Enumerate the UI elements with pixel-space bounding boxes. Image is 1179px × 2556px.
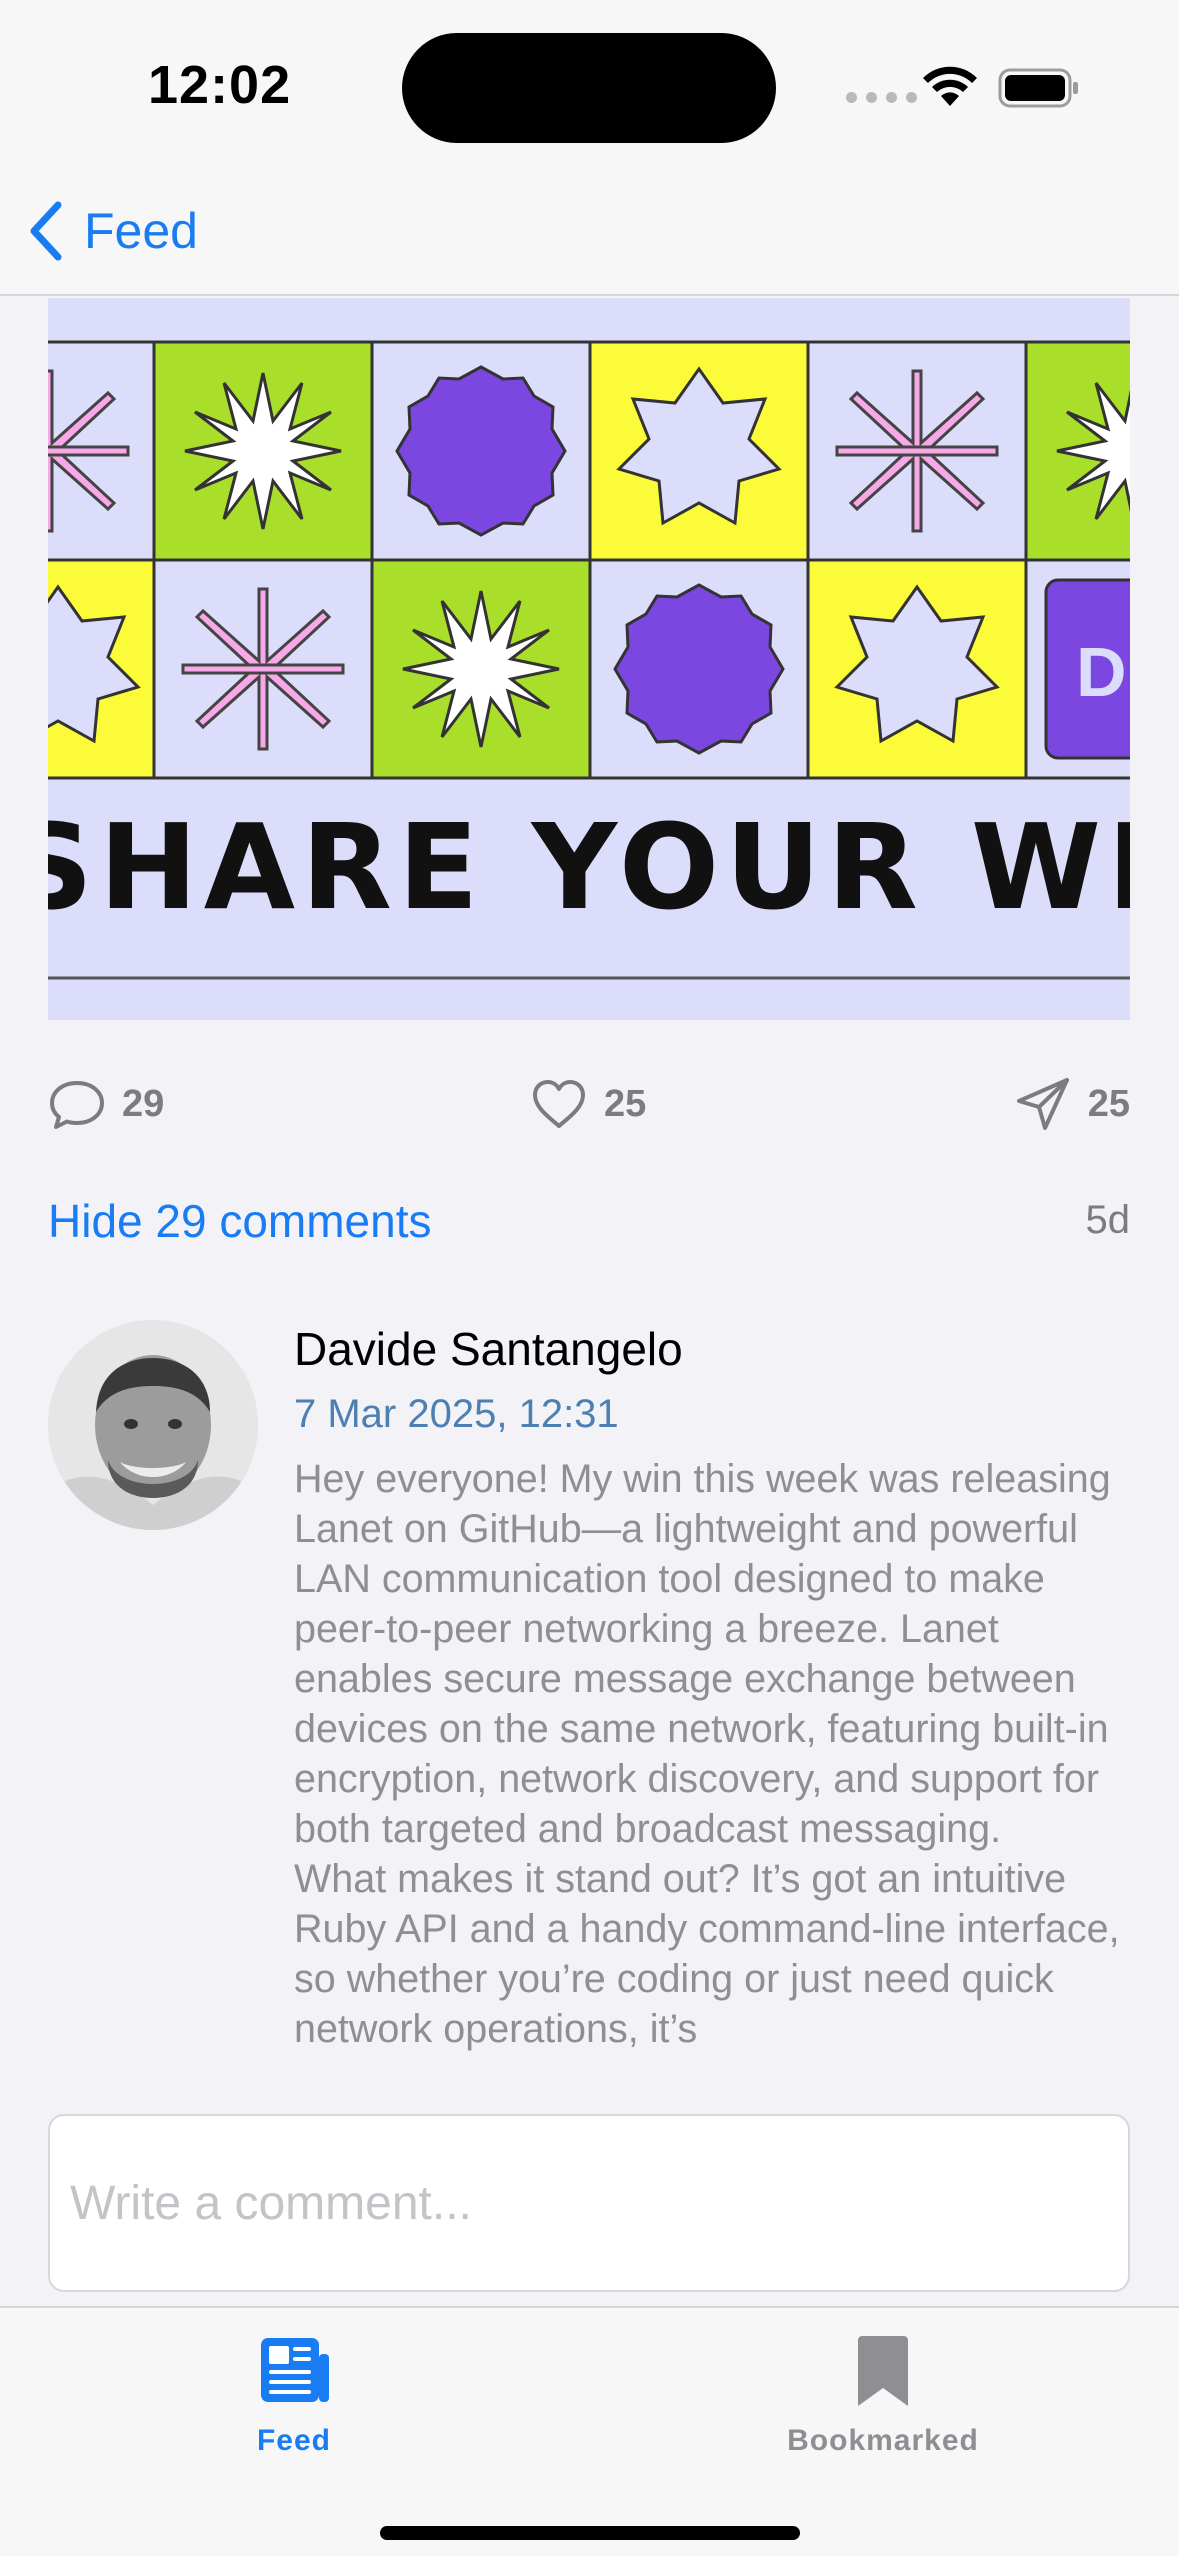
comment-composer: [0, 2094, 1179, 2306]
comment-body: Hey everyone! My win this week was relea…: [294, 1454, 1144, 2054]
share-your-wins-banner: DE SHARE YOUR WINS: [48, 298, 1130, 1020]
comment-bubble-icon: [50, 1081, 104, 1129]
tab-feed-label: Feed: [256, 2424, 332, 2457]
comment-paragraph: What makes it stand out? It’s got an int…: [294, 1857, 1120, 2051]
comments-button[interactable]: 29: [48, 1064, 164, 1144]
post-detail-scroll[interactable]: DE SHARE YOUR WINS 29 25 25 Hide 29: [0, 298, 1179, 2114]
status-bar: 12:02: [0, 0, 1179, 160]
bookmark-icon: [858, 2336, 908, 2406]
comment-input[interactable]: [48, 2114, 1130, 2292]
tab-feed[interactable]: Feed: [164, 2328, 424, 2478]
banner-badge-text: DE: [1076, 633, 1130, 711]
comment-paragraph: Hey everyone! My win this week was relea…: [294, 1457, 1111, 1851]
chevron-left-icon: [30, 201, 62, 261]
banner-headline: SHARE YOUR WINS: [48, 798, 1130, 936]
comment-date: 7 Mar 2025, 12:31: [294, 1392, 619, 1436]
tab-bookmarked-label: Bookmarked: [787, 2424, 979, 2457]
share-button[interactable]: 25: [1014, 1064, 1130, 1144]
hide-comments-button[interactable]: Hide 29 comments: [48, 1194, 432, 1248]
paper-plane-icon: [1016, 1078, 1069, 1130]
wifi-icon: [923, 66, 977, 106]
post-age: 5d: [1085, 1198, 1131, 1242]
back-button-label: Feed: [84, 203, 198, 259]
like-button[interactable]: 25: [530, 1064, 646, 1144]
tab-bookmarked[interactable]: Bookmarked: [753, 2328, 1013, 2478]
likes-count: 25: [604, 1082, 647, 1125]
home-indicator: [380, 2526, 800, 2540]
post-image[interactable]: DE SHARE YOUR WINS: [48, 298, 1130, 1020]
shares-count: 25: [1087, 1082, 1130, 1125]
cellular-signal-icon: [846, 92, 917, 103]
comment-author[interactable]: Davide Santangelo: [294, 1322, 683, 1376]
battery-icon: [998, 68, 1078, 108]
back-button[interactable]: Feed: [26, 196, 198, 266]
dynamic-island: [402, 33, 776, 143]
heart-icon: [533, 1080, 585, 1128]
comments-count: 29: [122, 1082, 165, 1125]
post-actions: 29 25 25: [48, 1064, 1130, 1144]
status-time: 12:02: [148, 55, 292, 115]
avatar[interactable]: [48, 1320, 258, 1530]
newspaper-icon: [261, 2338, 329, 2402]
tab-bar: Feed Bookmarked: [0, 2306, 1179, 2556]
navigation-bar: Feed: [0, 160, 1179, 296]
